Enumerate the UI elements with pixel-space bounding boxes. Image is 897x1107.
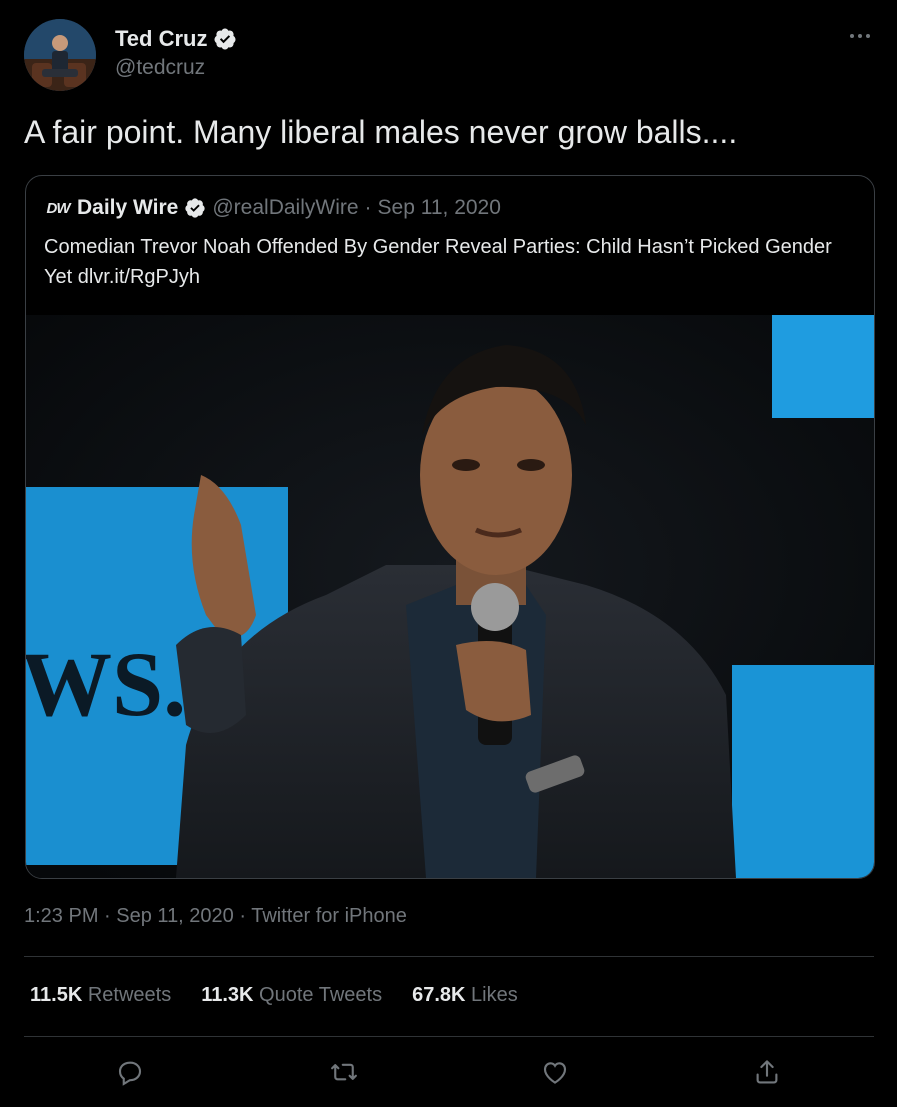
retweet-button[interactable]	[322, 1050, 366, 1094]
quoted-separator: ·	[364, 196, 372, 219]
share-button[interactable]	[745, 1050, 789, 1094]
meta-separator-1: ·	[104, 905, 111, 927]
author-handle[interactable]: @tedcruz	[115, 56, 205, 80]
quoted-tweet-text: Comedian Trevor Noah Offended By Gender …	[44, 236, 832, 288]
share-icon	[756, 1060, 778, 1084]
retweets-count: 11.5K	[30, 984, 83, 1006]
more-options-button[interactable]	[848, 26, 872, 46]
tweet-actions-bar	[0, 1050, 897, 1094]
meta-separator-2: ·	[239, 905, 247, 927]
likes-label: Likes	[471, 984, 518, 1006]
quoted-verified-badge-icon	[185, 198, 205, 218]
author-name-row: Ted Cruz	[115, 26, 237, 52]
more-dots-icon	[850, 34, 870, 38]
quoted-tweet-header: DW Daily Wire @realDailyWire · Sep 11, 2…	[45, 196, 501, 220]
quoted-tweet-photo[interactable]: WS.J	[26, 315, 874, 878]
quoted-tweet-card[interactable]: DW Daily Wire @realDailyWire · Sep 11, 2…	[25, 175, 875, 879]
retweets-stat[interactable]: 11.5K Retweets	[30, 984, 171, 1007]
engagement-stats: 11.5K Retweets 11.3K Quote Tweets 67.8K …	[30, 984, 518, 1007]
author-avatar[interactable]	[24, 19, 96, 91]
like-button[interactable]	[533, 1050, 577, 1094]
quoted-handle: @realDailyWire	[212, 196, 359, 219]
author-display-name[interactable]: Ted Cruz	[115, 26, 207, 52]
tweet-time[interactable]: 1:23 PM	[24, 905, 98, 927]
retweets-label: Retweets	[87, 984, 172, 1006]
quoted-display-name: Daily Wire	[77, 196, 179, 219]
divider-bottom	[24, 1036, 874, 1037]
speaker-photo: WS.J	[26, 315, 874, 878]
quote-tweets-count: 11.3K	[201, 984, 254, 1006]
tweet-meta-line: 1:23 PM · Sep 11, 2020 · Twitter for iPh…	[24, 905, 407, 928]
tweet-text: A fair point. Many liberal males never g…	[24, 114, 738, 150]
verified-badge-icon	[214, 28, 236, 50]
reply-icon	[118, 1061, 142, 1086]
quoted-date: Sep 11, 2020	[377, 196, 501, 219]
tweet-source[interactable]: Twitter for iPhone	[251, 905, 407, 927]
avatar-image	[24, 19, 96, 91]
tweet-date[interactable]: Sep 11, 2020	[116, 905, 234, 927]
quote-tweets-stat[interactable]: 11.3K Quote Tweets	[201, 984, 382, 1007]
like-icon	[543, 1062, 567, 1084]
divider-top	[24, 956, 874, 957]
likes-count: 67.8K	[412, 984, 466, 1006]
quote-tweets-label: Quote Tweets	[259, 984, 383, 1006]
daily-wire-logo: DW	[46, 199, 71, 217]
reply-button[interactable]	[108, 1050, 152, 1094]
likes-stat[interactable]: 67.8K Likes	[412, 984, 518, 1007]
retweet-icon	[331, 1063, 357, 1081]
